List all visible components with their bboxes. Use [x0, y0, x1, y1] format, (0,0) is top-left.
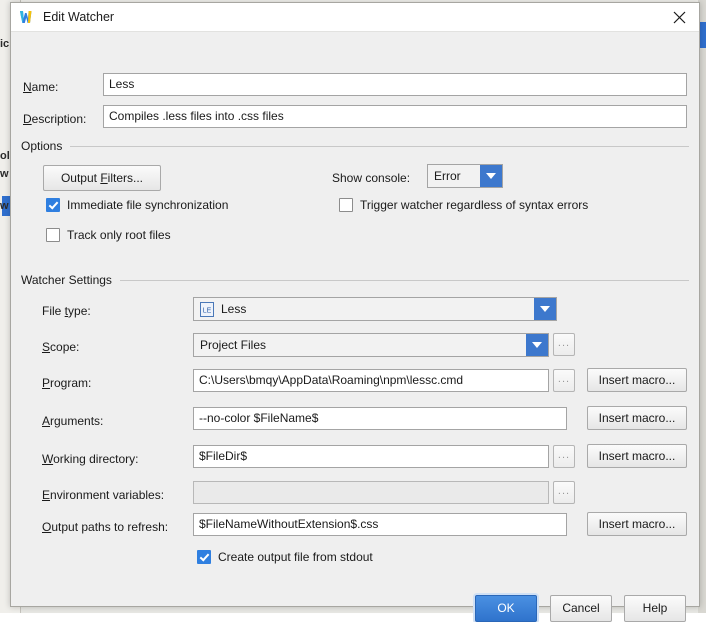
dialog-body: Name: Less Description: Compiles .less f… — [11, 32, 699, 606]
description-label: Description: — [23, 112, 86, 126]
environment-variables-browse-button[interactable]: ... — [553, 481, 575, 504]
program-browse-button[interactable]: ... — [553, 369, 575, 392]
immediate-sync-label: Immediate file synchronization — [67, 198, 228, 212]
show-console-dropdown[interactable]: Error — [427, 164, 503, 188]
help-button[interactable]: Help — [624, 595, 686, 622]
arguments-label: Arguments: — [42, 414, 103, 428]
program-label: Program: — [42, 376, 91, 390]
output-paths-label: Output paths to refresh: — [42, 520, 168, 534]
insert-macro-button-arguments[interactable]: Insert macro... — [587, 406, 687, 430]
scope-dropdown[interactable]: Project Files — [193, 333, 549, 357]
working-directory-browse-button[interactable]: ... — [553, 445, 575, 468]
immediate-sync-checkbox[interactable]: Immediate file synchronization — [46, 198, 228, 212]
insert-macro-button-program[interactable]: Insert macro... — [587, 368, 687, 392]
cancel-button[interactable]: Cancel — [550, 595, 612, 622]
scope-label: Scope: — [42, 340, 79, 354]
create-output-file-checkbox[interactable]: Create output file from stdout — [197, 550, 373, 564]
scope-value: Project Files — [194, 338, 526, 352]
arguments-input[interactable]: --no-color $FileName$ — [193, 407, 567, 430]
show-console-value: Error — [428, 169, 480, 183]
chevron-down-icon[interactable] — [526, 334, 548, 356]
separator-line — [120, 280, 689, 281]
svg-text:LE: LE — [203, 307, 212, 314]
output-paths-input[interactable]: $FileNameWithoutExtension$.css — [193, 513, 567, 536]
program-input[interactable]: C:\Users\bmqy\AppData\Roaming\npm\lessc.… — [193, 369, 549, 392]
track-root-files-checkbox[interactable]: Track only root files — [46, 228, 171, 242]
environment-variables-label: Environment variables: — [42, 488, 164, 502]
track-root-files-label: Track only root files — [67, 228, 171, 242]
webstorm-icon — [19, 9, 35, 25]
scope-browse-button[interactable]: ... — [553, 333, 575, 356]
description-input[interactable]: Compiles .less files into .css files — [103, 105, 687, 128]
options-group-separator: Options — [21, 139, 689, 153]
checkbox-indicator[interactable] — [46, 198, 60, 212]
checkbox-indicator[interactable] — [197, 550, 211, 564]
output-filters-button[interactable]: Output Filters... — [43, 165, 161, 191]
chevron-down-icon[interactable] — [480, 165, 502, 187]
edit-watcher-dialog: Edit Watcher Name: Less Description: Com… — [10, 2, 700, 607]
dialog-title: Edit Watcher — [43, 10, 114, 24]
options-group-title: Options — [21, 139, 70, 153]
ok-button[interactable]: OK — [475, 595, 537, 622]
checkbox-indicator[interactable] — [46, 228, 60, 242]
checkbox-indicator[interactable] — [339, 198, 353, 212]
insert-macro-button-working-directory[interactable]: Insert macro... — [587, 444, 687, 468]
working-directory-label: Working directory: — [42, 452, 138, 466]
insert-macro-button-output-paths[interactable]: Insert macro... — [587, 512, 687, 536]
file-type-label: File type: — [42, 304, 91, 318]
working-directory-input[interactable]: $FileDir$ — [193, 445, 549, 468]
less-file-icon: LE — [200, 302, 214, 317]
trigger-watcher-label: Trigger watcher regardless of syntax err… — [360, 198, 588, 212]
environment-variables-input[interactable] — [193, 481, 549, 504]
trigger-watcher-checkbox[interactable]: Trigger watcher regardless of syntax err… — [339, 198, 588, 212]
name-label: Name: — [23, 80, 58, 94]
name-input[interactable]: Less — [103, 73, 687, 96]
close-icon[interactable] — [659, 3, 699, 31]
watcher-settings-group-title: Watcher Settings — [21, 273, 120, 287]
chevron-down-icon[interactable] — [534, 298, 556, 320]
create-output-file-label: Create output file from stdout — [218, 550, 373, 564]
file-type-dropdown[interactable]: LE Less — [193, 297, 557, 321]
dialog-titlebar: Edit Watcher — [11, 3, 699, 32]
show-console-label: Show console: — [332, 171, 410, 185]
separator-line — [70, 146, 689, 147]
watcher-settings-group-separator: Watcher Settings — [21, 273, 689, 287]
file-type-value: Less — [221, 302, 246, 316]
